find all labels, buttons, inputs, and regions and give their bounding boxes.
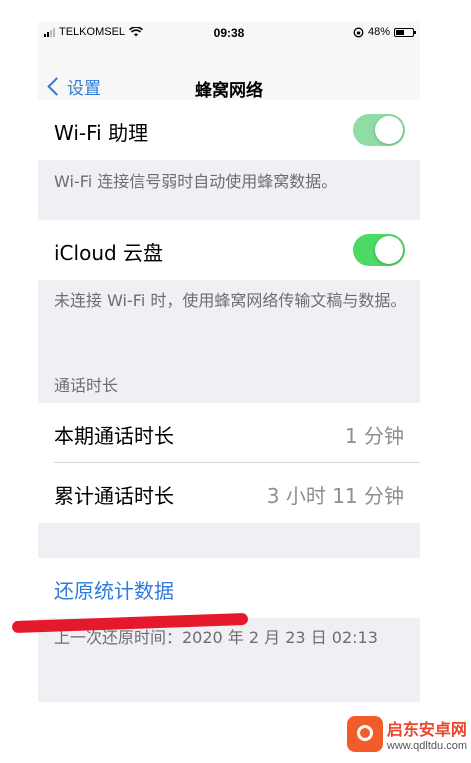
lifetime-call-time-value: 3 小时 11 分钟 xyxy=(266,484,404,508)
battery-icon xyxy=(394,27,416,37)
call-time-header: 通话时长 xyxy=(54,376,119,395)
toggle-knob xyxy=(375,116,403,144)
last-reset-footer: 上一次还原时间：2020 年 2 月 23 日 02:13 xyxy=(54,628,378,647)
battery-percent: 48% xyxy=(367,26,390,38)
reset-statistics-row[interactable]: 还原统计数据 xyxy=(38,558,420,618)
lifetime-call-time-label: 累计通话时长 xyxy=(54,484,174,508)
icloud-drive-row: iCloud 云盘 xyxy=(38,220,420,280)
icloud-drive-label: iCloud 云盘 xyxy=(54,241,164,265)
icloud-drive-footer: 未连接 Wi-Fi 时，使用蜂窝网络传输文稿与数据。 xyxy=(54,291,407,310)
wifi-assist-footer: Wi-Fi 连接信号弱时自动使用蜂窝数据。 xyxy=(54,172,338,191)
page-title: 蜂窝网络 xyxy=(195,81,263,101)
current-call-time-value: 1 分钟 xyxy=(344,424,404,448)
current-call-time-row: 本期通话时长 1 分钟 xyxy=(38,403,420,463)
reset-statistics-button[interactable]: 还原统计数据 xyxy=(54,575,174,604)
current-call-time-label: 本期通话时长 xyxy=(54,424,174,448)
wifi-assist-label: Wi-Fi 助理 xyxy=(54,121,149,145)
orientation-lock-icon xyxy=(353,27,364,37)
watermark-url: www.qdltdu.com xyxy=(386,740,467,752)
status-right: 48% xyxy=(353,26,416,38)
toggle-knob xyxy=(375,236,403,264)
lifetime-call-time-row: 累计通话时长 3 小时 11 分钟 xyxy=(38,463,420,523)
screenshot-page: TELKOMSEL 09:38 48% 设置 蜂窝网络 Wi-Fi 助理 Wi-… xyxy=(0,0,471,763)
site-watermark: 启东安卓网 www.qdltdu.com xyxy=(346,716,467,752)
status-bar: TELKOMSEL 09:38 48% xyxy=(38,22,420,44)
wifi-assist-row: Wi-Fi 助理 xyxy=(38,100,420,160)
watermark-logo-icon xyxy=(346,716,383,752)
battery-fill xyxy=(396,29,404,35)
phone-screen: TELKOMSEL 09:38 48% 设置 蜂窝网络 Wi-Fi 助理 Wi-… xyxy=(38,22,420,702)
watermark-title: 启东安卓网 xyxy=(386,720,467,739)
wifi-assist-toggle[interactable] xyxy=(353,114,405,146)
icloud-drive-toggle[interactable] xyxy=(353,234,405,266)
watermark-text: 启东安卓网 www.qdltdu.com xyxy=(387,716,467,752)
